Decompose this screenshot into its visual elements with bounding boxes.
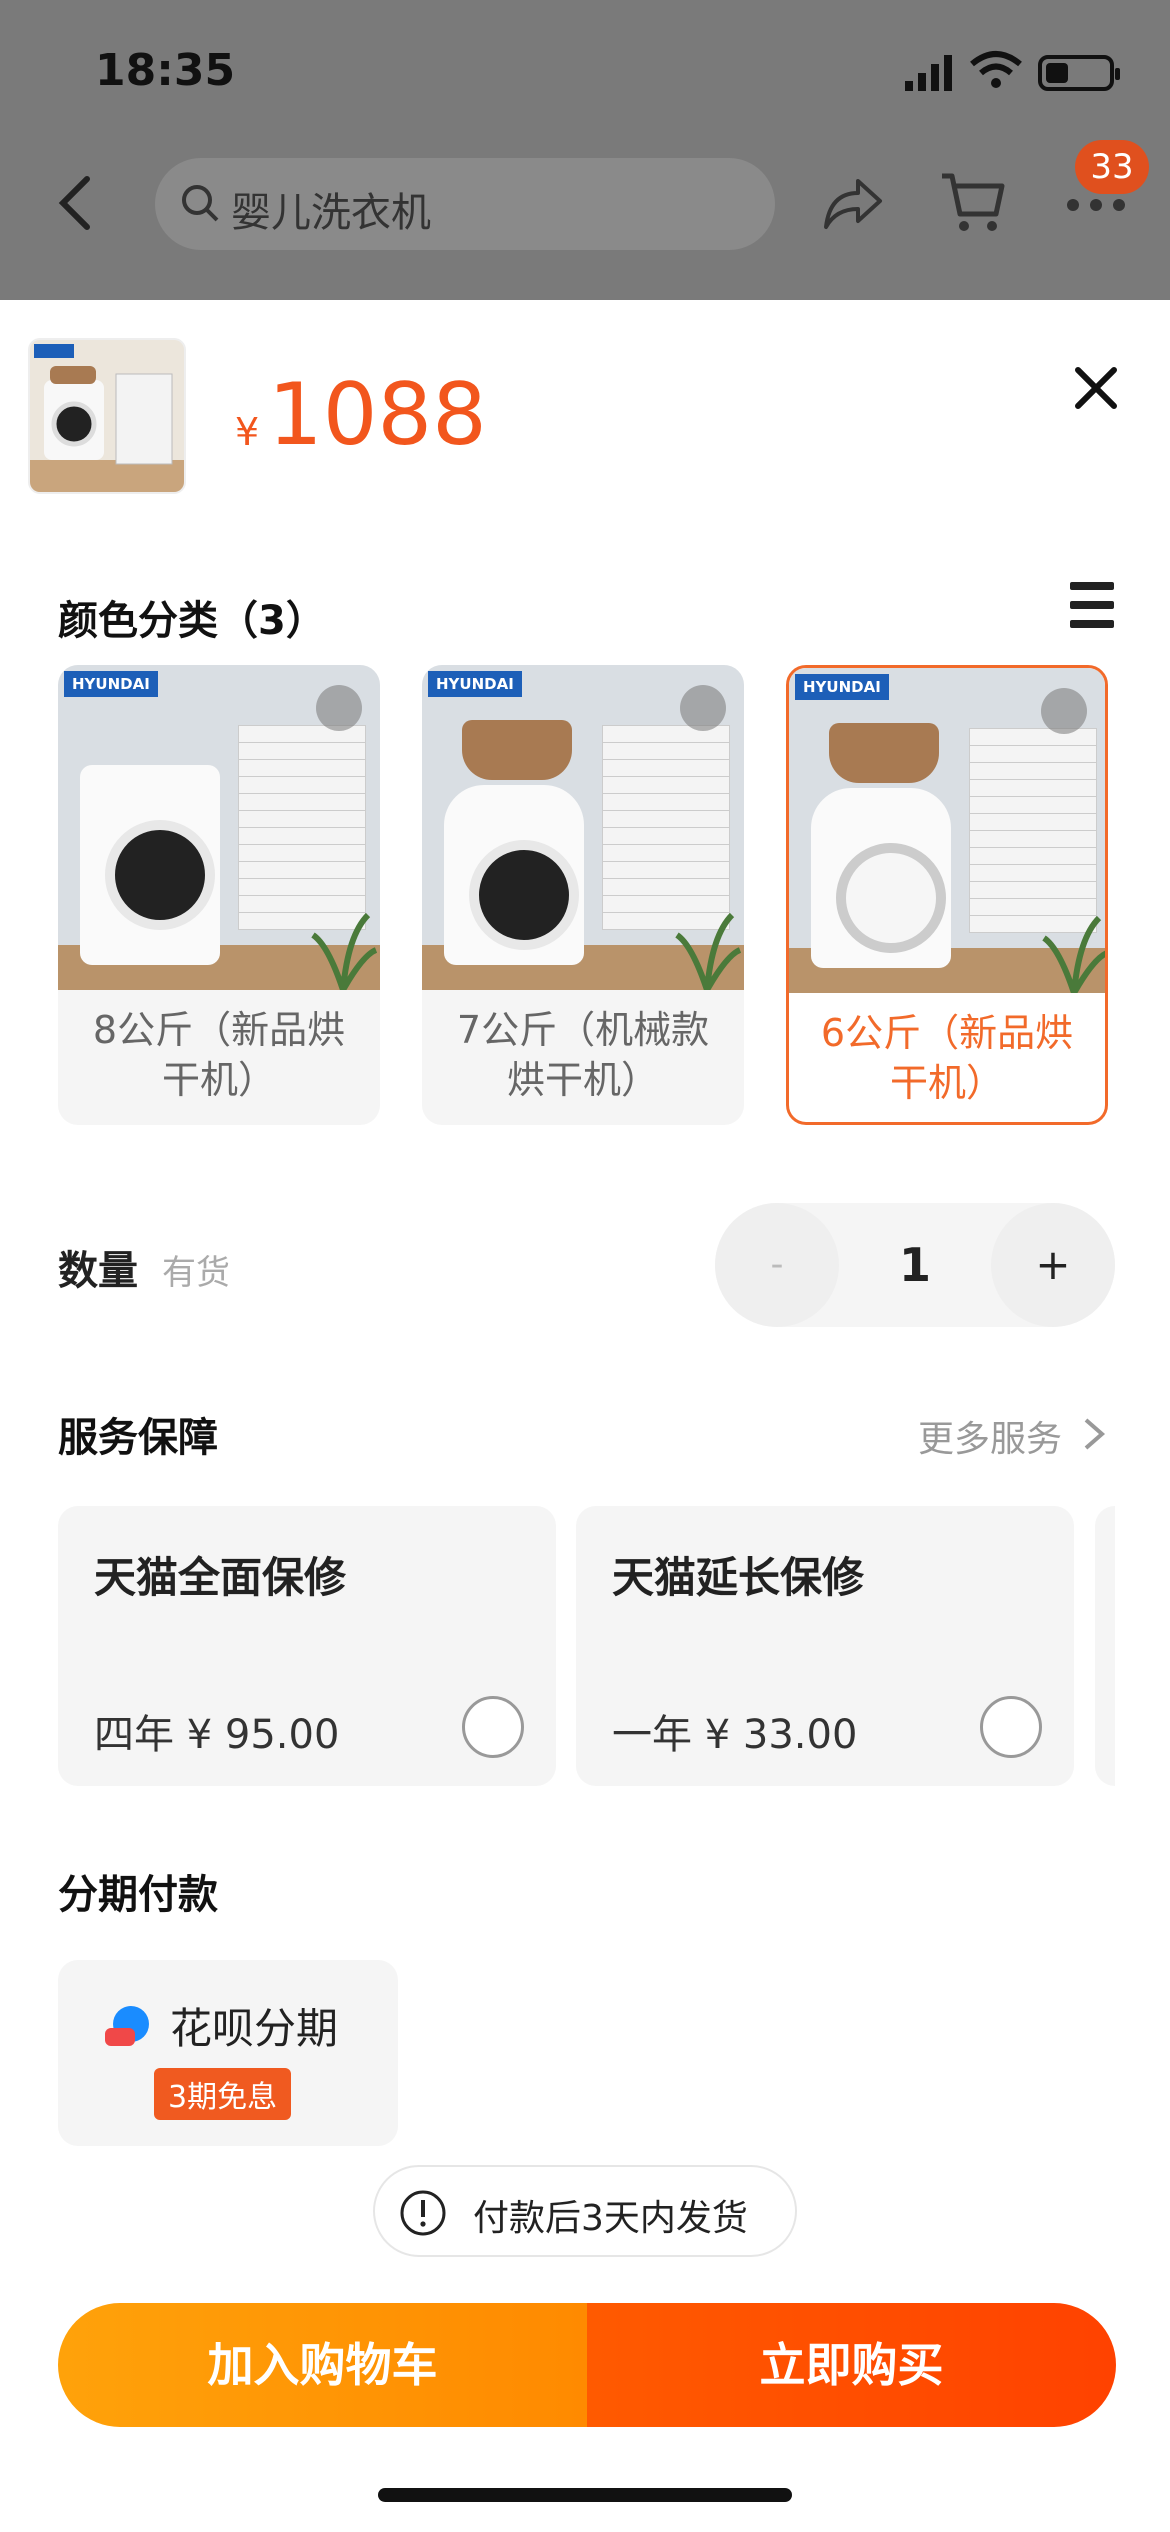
brand-logo: HYUNDAI	[795, 674, 889, 700]
home-indicator[interactable]	[378, 2488, 792, 2502]
increment-button[interactable]: +	[991, 1203, 1115, 1327]
option-image: HYUNDAI	[789, 668, 1105, 993]
search-icon	[182, 185, 219, 222]
option-image: HYUNDAI	[422, 665, 744, 990]
battery-icon	[1038, 55, 1120, 91]
action-button-bar: 加入购物车 立即购买	[58, 2303, 1116, 2427]
message-count-badge: 33	[1075, 140, 1149, 194]
huabei-icon	[105, 2006, 149, 2046]
color-option-8kg[interactable]: HYUNDAI 8公斤（新品烘干机）	[58, 665, 380, 1125]
shipping-notice: 付款后3天内发货	[373, 2165, 797, 2257]
buy-now-button[interactable]: 立即购买	[587, 2303, 1116, 2427]
wifi-icon	[970, 51, 1022, 88]
back-arrow-icon[interactable]	[55, 175, 95, 231]
expand-image-icon[interactable]	[1041, 688, 1087, 734]
brand-logo: HYUNDAI	[428, 671, 522, 697]
search-query: 婴儿洗衣机	[231, 190, 431, 236]
installment-section-title: 分期付款	[58, 1872, 218, 1918]
installment-name: 花呗分期	[170, 2004, 339, 2053]
search-bar[interactable]: 婴儿洗衣机	[155, 158, 775, 250]
expand-image-icon[interactable]	[680, 685, 726, 731]
shipping-text: 付款后3天内发货	[473, 2198, 748, 2239]
more-dots-icon[interactable]	[1065, 195, 1127, 215]
quantity-label: 数量	[58, 1248, 138, 1294]
brand-logo: HYUNDAI	[64, 671, 158, 697]
huabei-installment-option[interactable]: 花呗分期 3期免息	[58, 1960, 398, 2146]
option-label: 6公斤（新品烘干机）	[820, 1011, 1074, 1105]
product-price: 1088	[268, 365, 487, 465]
add-to-cart-button[interactable]: 加入购物车	[58, 2303, 587, 2427]
expand-image-icon[interactable]	[316, 685, 362, 731]
service-card-peek[interactable]	[1095, 1506, 1115, 1786]
product-thumbnail[interactable]	[28, 338, 186, 494]
color-option-7kg[interactable]: HYUNDAI 7公斤（机械款烘干机）	[422, 665, 744, 1125]
quantity-stepper: - 1 +	[715, 1203, 1115, 1327]
service-radio[interactable]	[980, 1696, 1042, 1758]
chevron-right-icon[interactable]	[1082, 1416, 1106, 1452]
service-price: 四年 ¥ 95.00	[94, 1712, 340, 1758]
option-label: 7公斤（机械款烘干机）	[456, 1008, 710, 1102]
info-alert-icon	[400, 2190, 446, 2236]
option-image: HYUNDAI	[58, 665, 380, 990]
cart-icon[interactable]	[940, 170, 1006, 234]
product-thumbnail-image	[30, 340, 184, 492]
list-view-icon[interactable]	[1068, 580, 1116, 630]
quantity-value[interactable]: 1	[865, 1203, 965, 1327]
status-time: 18:35	[95, 45, 236, 96]
share-icon[interactable]	[822, 175, 884, 231]
service-radio[interactable]	[462, 1696, 524, 1758]
stock-status: 有货	[162, 1253, 230, 1293]
service-name: 天猫延长保修	[612, 1553, 865, 1602]
service-price: 一年 ¥ 33.00	[612, 1712, 858, 1758]
signal-icon	[905, 55, 952, 91]
status-bar: 18:35	[0, 0, 1170, 150]
color-option-6kg[interactable]: HYUNDAI 6公斤（新品烘干机）	[786, 665, 1108, 1125]
close-icon[interactable]	[1070, 362, 1122, 414]
decrement-button[interactable]: -	[715, 1203, 839, 1327]
service-name: 天猫全面保修	[94, 1553, 347, 1602]
price-currency: ¥	[235, 410, 260, 454]
option-label: 8公斤（新品烘干机）	[92, 1008, 346, 1102]
service-card-extended-warranty[interactable]: 天猫延长保修 一年 ¥ 33.00	[576, 1506, 1074, 1786]
color-section-title: 颜色分类（3）	[58, 598, 326, 644]
more-services-link[interactable]: 更多服务	[918, 1410, 1062, 1462]
services-section-title: 服务保障	[58, 1415, 218, 1461]
service-card-full-warranty[interactable]: 天猫全面保修 四年 ¥ 95.00	[58, 1506, 556, 1786]
interest-free-tag: 3期免息	[154, 2068, 292, 2120]
